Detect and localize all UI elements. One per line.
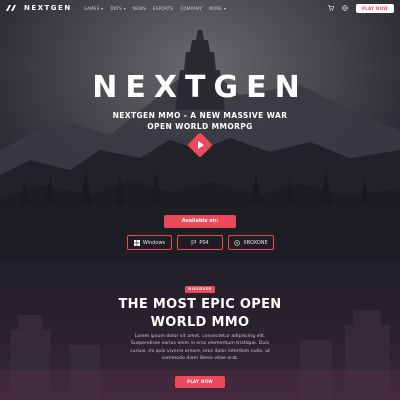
- section-title: THE MOST EPIC OPEN WORLD MMO: [0, 296, 400, 332]
- description-line: Lorem ipsum dolor sit amet, consectetur …: [134, 334, 266, 339]
- globe-icon[interactable]: [342, 5, 348, 11]
- play-now-button[interactable]: PLAY NOW: [175, 376, 225, 388]
- description-line: cursus, mi quis viverra ornare, eros dol…: [130, 348, 270, 354]
- platform-label: XBOXONE: [243, 239, 268, 246]
- platform-ps4-button[interactable]: PS4: [177, 235, 223, 250]
- hero-title: NEXTGEN: [92, 70, 308, 105]
- menu-item-more[interactable]: MORE ▾: [209, 6, 226, 11]
- available-on-label: Available on:: [164, 215, 236, 228]
- cart-icon[interactable]: [327, 5, 334, 11]
- section-title-line: THE MOST EPIC OPEN: [118, 297, 282, 312]
- section-description: Lorem ipsum dolor sit amet, consectetur …: [110, 333, 290, 362]
- hero-subtitle-line: OPEN WORLD MMORPG: [147, 122, 253, 131]
- nav-actions: PLAY NOW: [327, 3, 394, 13]
- main-menu: GAMES ▾ DKTS ▾ NEWS ESPORTS COMPANY MORE…: [84, 6, 226, 11]
- xbox-icon: [234, 239, 241, 246]
- ps4-icon: [192, 240, 197, 245]
- section-title-line: WORLD MMO: [150, 315, 250, 330]
- menu-item-esports[interactable]: ESPORTS: [153, 6, 173, 11]
- menu-item-dkts[interactable]: DKTS ▾: [110, 6, 125, 11]
- menu-item-company[interactable]: COMPANY: [180, 6, 202, 11]
- platform-list: Windows PS4 XBOXONE: [127, 235, 274, 250]
- menu-item-games[interactable]: GAMES ▾: [84, 6, 104, 11]
- discover-tag: DISCOVER: [185, 286, 215, 293]
- platform-label: Windows: [142, 239, 166, 246]
- description-line: Suspendisse varius enim in eros elementu…: [130, 341, 270, 347]
- hero-section: NEXTGEN NEXTGEN MMO - A NEW MASSIVE WAR …: [0, 0, 400, 222]
- description-line: commodo diam libero vitae erat.: [161, 355, 239, 361]
- menu-item-news[interactable]: NEWS: [133, 6, 146, 11]
- platform-xbox-button[interactable]: XBOXONE: [228, 235, 274, 250]
- hero-subtitle: NEXTGEN MMO - A NEW MASSIVE WAR OPEN WOR…: [0, 110, 400, 132]
- top-navbar: NEXTGEN GAMES ▾ DKTS ▾ NEWS ESPORTS COMP…: [0, 0, 400, 16]
- logo-icon[interactable]: [6, 5, 16, 11]
- play-icon: [198, 141, 204, 149]
- play-now-nav-button[interactable]: PLAY NOW: [355, 3, 394, 13]
- platform-label: PS4: [199, 239, 209, 246]
- platform-windows-button[interactable]: Windows: [127, 235, 172, 250]
- windows-icon: [133, 239, 140, 246]
- hero-subtitle-line: NEXTGEN MMO - A NEW MASSIVE WAR: [112, 111, 288, 120]
- brand-name[interactable]: NEXTGEN: [24, 4, 72, 12]
